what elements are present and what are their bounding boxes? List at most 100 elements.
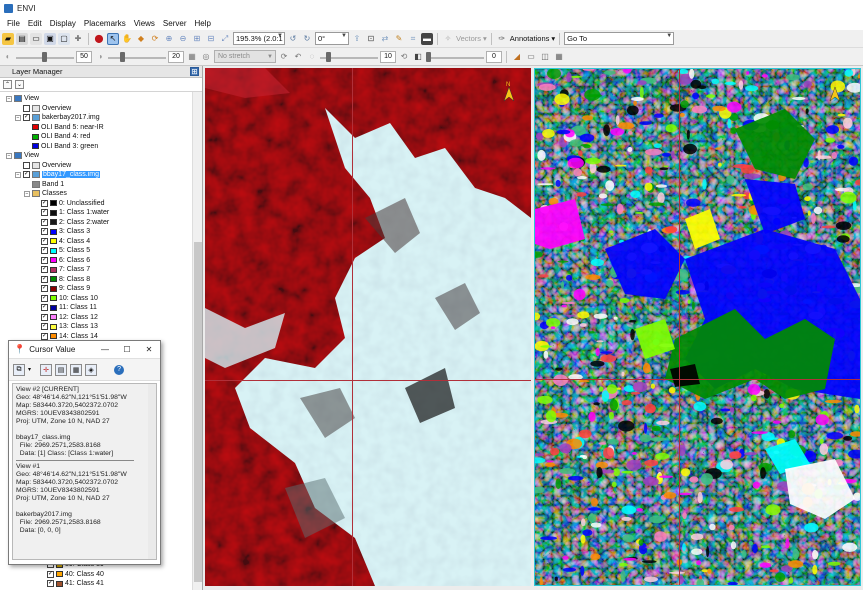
- layer-tree-row[interactable]: ✓ 5: Class 5: [33, 246, 90, 255]
- refresh-icon[interactable]: ⟳: [278, 51, 290, 63]
- goto-combo[interactable]: Go To ▼: [564, 32, 675, 45]
- expand-icon[interactable]: ⌄: [15, 80, 24, 89]
- undo-icon[interactable]: ↶: [292, 51, 304, 63]
- annotations-label[interactable]: Annotations: [510, 34, 550, 43]
- layer-tree-row[interactable]: ✓ 4: Class 4: [33, 237, 90, 246]
- layers-icon[interactable]: ◈: [85, 363, 98, 376]
- layer-checkbox[interactable]: ✓: [41, 228, 48, 235]
- layer-checkbox[interactable]: ✓: [41, 285, 48, 292]
- layer-checkbox[interactable]: ✓: [41, 218, 48, 226]
- contrast-slider[interactable]: [108, 51, 166, 63]
- close-button[interactable]: ✕: [138, 345, 160, 354]
- reset-icon[interactable]: ◎: [200, 51, 212, 63]
- transparency-reset-icon[interactable]: ⟲: [398, 51, 410, 63]
- expander-icon[interactable]: −: [24, 190, 30, 197]
- maximize-button[interactable]: ☐: [116, 345, 138, 354]
- layer-checkbox[interactable]: ✓: [41, 209, 48, 216]
- open-icon[interactable]: ▰: [2, 32, 14, 45]
- dialog-scrollbar[interactable]: [148, 384, 156, 559]
- layer-tree-row[interactable]: − ✓ bakerbay2017.img: [15, 113, 100, 122]
- layer-tree-row[interactable]: ✓ 8: Class 8: [33, 275, 90, 284]
- north-up-icon[interactable]: ⇪: [351, 33, 363, 45]
- grid-icon[interactable]: ▦: [70, 363, 83, 376]
- zoom-full-icon[interactable]: ⤢: [219, 33, 231, 45]
- layer-checkbox[interactable]: ✓: [23, 114, 30, 121]
- menu-server[interactable]: Server: [159, 19, 191, 28]
- pan-icon[interactable]: ✋: [121, 33, 133, 45]
- print-icon[interactable]: ▭: [30, 32, 42, 45]
- layer-checkbox[interactable]: ✓: [41, 332, 48, 340]
- false-color-image[interactable]: [205, 68, 531, 586]
- layout-one-icon[interactable]: ▭: [525, 51, 537, 63]
- rotation-combo[interactable]: 0° ▼: [315, 32, 349, 45]
- stretch-combo[interactable]: No stretch ▼: [214, 50, 276, 63]
- layer-tree-row[interactable]: OLI Band 4: red: [24, 132, 90, 141]
- layer-checkbox[interactable]: ✓: [47, 570, 54, 578]
- scrollbar-thumb[interactable]: [194, 242, 202, 582]
- layer-tree-row[interactable]: ✓ 1: Class 1:water: [33, 208, 109, 217]
- layer-checkbox[interactable]: ✓: [41, 247, 48, 254]
- expander-icon[interactable]: −: [6, 95, 12, 102]
- layer-tree-row[interactable]: ✓ 3: Class 3: [33, 227, 90, 236]
- layer-checkbox[interactable]: ✓: [41, 304, 48, 311]
- layout-two-icon[interactable]: ◫: [539, 51, 551, 63]
- layer-tree-row[interactable]: ✓ 12: Class 12: [33, 313, 98, 322]
- monitor-icon[interactable]: ▢: [58, 32, 70, 45]
- crosshair-icon[interactable]: ✛: [72, 33, 84, 45]
- layer-checkbox[interactable]: ✓: [41, 237, 48, 245]
- layer-checkbox[interactable]: [23, 104, 30, 112]
- zoom-fixed-out-icon[interactable]: ⊟: [205, 33, 217, 45]
- transparency-slider[interactable]: [426, 51, 484, 63]
- layer-checkbox[interactable]: ✓: [41, 256, 48, 264]
- layer-tree-row[interactable]: ✓ 10: Class 10: [33, 294, 98, 303]
- menu-help[interactable]: Help: [190, 19, 214, 28]
- layer-tree-row[interactable]: ✓ 41: Class 41: [47, 579, 104, 588]
- layout-grid-icon[interactable]: ▦: [553, 51, 565, 63]
- layer-checkbox[interactable]: ✓: [41, 313, 48, 321]
- annotate-icon[interactable]: ✎: [393, 33, 405, 45]
- histogram-icon[interactable]: ▦: [186, 51, 198, 63]
- rotate-right-icon[interactable]: ↻: [301, 33, 313, 45]
- zoom-in-icon[interactable]: ⊕: [163, 33, 175, 45]
- cursor-value-dialog[interactable]: 📍 Cursor Value — ☐ ✕ ⧉ ▾ ✛ ▤ ▦ ◈ ? View …: [8, 340, 161, 565]
- sharpen-value[interactable]: 10: [380, 50, 396, 63]
- transparency-value[interactable]: 0: [486, 50, 502, 63]
- annotations-icon[interactable]: ✑: [496, 33, 508, 45]
- zoom-out-icon[interactable]: ⊖: [177, 33, 189, 45]
- layer-checkbox[interactable]: ✓: [23, 171, 30, 178]
- layer-checkbox[interactable]: ✓: [41, 323, 48, 330]
- layer-tree-row[interactable]: ✓ 9: Class 9: [33, 284, 90, 293]
- layer-checkbox[interactable]: [23, 161, 30, 169]
- layer-tree-row[interactable]: − ✓ bbay17_class.img: [15, 170, 101, 179]
- layer-tree-row[interactable]: OLI Band 3: green: [24, 142, 98, 151]
- layer-tree-row[interactable]: Overview: [15, 161, 71, 170]
- menu-placemarks[interactable]: Placemarks: [80, 19, 130, 28]
- expander-icon[interactable]: −: [15, 114, 21, 121]
- view-2-classification[interactable]: [534, 68, 861, 586]
- layer-tree-scrollbar[interactable]: [192, 92, 202, 590]
- layer-tree-row[interactable]: ✓ 11: Class 11: [33, 303, 97, 312]
- collapse-icon[interactable]: ⌃: [3, 80, 12, 89]
- select-icon[interactable]: ↖: [107, 32, 119, 45]
- help-icon[interactable]: ?: [114, 364, 125, 375]
- dialog-title-bar[interactable]: 📍 Cursor Value — ☐ ✕: [9, 341, 160, 359]
- layer-tree-row[interactable]: − View: [6, 94, 39, 103]
- view-1-false-color[interactable]: [205, 68, 531, 586]
- layer-tree-row[interactable]: OLI Band 5: near-IR: [24, 123, 104, 132]
- menu-views[interactable]: Views: [130, 19, 159, 28]
- layer-tree-row[interactable]: − View: [6, 151, 39, 160]
- layer-tree-row[interactable]: ✓ 7: Class 7: [33, 265, 90, 274]
- menu-display[interactable]: Display: [46, 19, 80, 28]
- chevron-down-icon[interactable]: ▾: [28, 366, 31, 373]
- table-icon[interactable]: ▤: [55, 363, 68, 376]
- expander-icon[interactable]: −: [15, 171, 21, 178]
- minimize-button[interactable]: —: [94, 345, 116, 354]
- layer-checkbox[interactable]: ✓: [47, 580, 54, 587]
- menu-file[interactable]: File: [3, 19, 24, 28]
- layer-checkbox[interactable]: ✓: [41, 266, 48, 273]
- menu-edit[interactable]: Edit: [24, 19, 46, 28]
- layer-tree-row[interactable]: ✓ 0: Unclassified: [33, 199, 105, 208]
- copy-icon[interactable]: ⧉: [13, 363, 25, 376]
- link-views-icon[interactable]: ⇄: [379, 33, 391, 45]
- layer-tree-row[interactable]: ✓ 13: Class 13: [33, 322, 98, 331]
